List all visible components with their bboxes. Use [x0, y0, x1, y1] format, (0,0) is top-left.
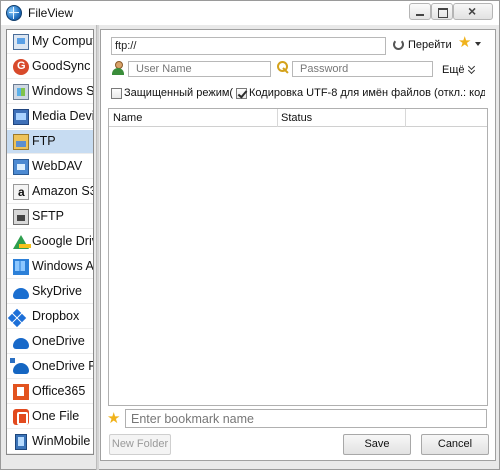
sidebar-item-amazon-s3[interactable]: Amazon S3	[7, 180, 93, 204]
sidebar-item-label: Google Driv	[32, 234, 93, 248]
table-header: Name Status	[109, 109, 487, 127]
save-button[interactable]: Save	[343, 434, 411, 455]
url-input[interactable]	[111, 37, 386, 55]
username-field[interactable]	[128, 61, 271, 77]
location-sidebar: My Comput GoodSync C Windows S Media Dev…	[6, 29, 94, 455]
sidebar-item-my-computer[interactable]: My Comput	[7, 30, 93, 54]
webdav-icon	[13, 159, 29, 175]
skydrive-icon	[13, 288, 29, 299]
sidebar-item-label: Windows S	[32, 84, 93, 98]
pane-splitter[interactable]	[96, 25, 99, 470]
sidebar-item-label: GoodSync C	[32, 59, 93, 73]
sidebar-item-label: Amazon S3	[32, 184, 93, 198]
sidebar-item-label: WebDAV	[32, 159, 83, 173]
column-header-name[interactable]: Name	[113, 112, 142, 124]
sidebar-item-label: OneDrive	[32, 334, 85, 348]
close-button[interactable]: ×	[453, 3, 493, 20]
sidebar-item-webdav[interactable]: WebDAV	[7, 155, 93, 179]
column-divider[interactable]	[277, 109, 278, 127]
sidebar-item-google-drive[interactable]: Google Driv	[7, 230, 93, 254]
sidebar-item-label: Media Devic	[32, 109, 93, 123]
minimize-button[interactable]	[409, 3, 431, 20]
sidebar-item-onedrive-pro[interactable]: OneDrive P	[7, 355, 93, 379]
double-chevron-down-icon	[469, 65, 475, 73]
sidebar-item-goodsync[interactable]: GoodSync C	[7, 55, 93, 79]
maximize-button[interactable]	[431, 3, 453, 20]
sidebar-item-dropbox[interactable]: Dropbox	[7, 305, 93, 329]
sidebar-item-label: SkyDrive	[32, 284, 83, 298]
globe-icon	[6, 5, 22, 21]
dropbox-icon	[13, 309, 29, 325]
office365-icon	[13, 384, 29, 400]
onefile-icon	[13, 409, 29, 425]
utf8-encoding-label: Кодировка UTF-8 для имён файлов (откл.: …	[249, 87, 485, 99]
secure-mode-label: Защищенный режим(шифрование)	[124, 87, 233, 99]
sidebar-item-windows-azure[interactable]: Windows A	[7, 255, 93, 279]
sidebar-item-label: My Comput	[32, 34, 93, 48]
column-divider[interactable]	[405, 109, 406, 127]
secure-mode-checkbox[interactable]	[111, 88, 122, 99]
sidebar-item-label: Dropbox	[32, 309, 80, 323]
refresh-icon	[393, 39, 404, 50]
google-drive-icon	[13, 235, 31, 249]
more-options-button[interactable]: Ещё	[442, 62, 475, 76]
bookmark-name-input[interactable]	[125, 409, 487, 428]
go-label: Перейти	[408, 39, 452, 51]
key-icon	[277, 61, 291, 75]
sidebar-item-sftp[interactable]: SFTP	[7, 205, 93, 229]
sftp-icon	[13, 209, 29, 225]
utf8-encoding-checkbox[interactable]	[236, 88, 247, 99]
amazon-icon	[13, 184, 29, 200]
computer-icon	[13, 34, 29, 50]
sidebar-item-label: Windows A	[32, 259, 93, 273]
sidebar-item-label: FTP	[32, 134, 56, 148]
onedrive-pro-icon	[10, 358, 29, 374]
title-bar: FileView ×	[1, 1, 499, 25]
window-title: FileView	[28, 6, 74, 20]
sidebar-item-label: WinMobile	[32, 434, 91, 448]
goodsync-icon	[13, 59, 29, 75]
ftp-icon	[13, 134, 29, 150]
onedrive-icon	[13, 338, 29, 349]
sidebar-item-skydrive[interactable]: SkyDrive	[7, 280, 93, 304]
sidebar-item-onedrive[interactable]: OneDrive	[7, 330, 93, 354]
winmobile-icon	[15, 434, 27, 450]
star-icon: ★	[458, 34, 472, 51]
sidebar-item-ftp[interactable]: FTP	[7, 130, 93, 154]
close-icon: ×	[468, 3, 477, 19]
new-folder-button[interactable]: New Folder	[109, 434, 171, 455]
caret-down-icon	[475, 42, 481, 46]
file-list-table[interactable]: Name Status	[108, 108, 488, 406]
windows-share-icon	[13, 84, 29, 100]
sidebar-item-office365[interactable]: Office365	[7, 380, 93, 404]
fileview-window: FileView × My Comput GoodSync C Windows …	[0, 0, 500, 470]
sidebar-item-winmobile[interactable]: WinMobile	[7, 430, 93, 454]
column-header-status[interactable]: Status	[281, 112, 312, 124]
sidebar-item-media-device[interactable]: Media Devic	[7, 105, 93, 129]
windows-azure-icon	[13, 259, 29, 275]
cancel-button[interactable]: Cancel	[421, 434, 489, 455]
sidebar-item-one-file[interactable]: One File	[7, 405, 93, 429]
bookmark-star-icon[interactable]: ★	[107, 411, 120, 427]
sidebar-item-label: Office365	[32, 384, 86, 398]
sidebar-item-label: One File	[32, 409, 80, 423]
more-label: Ещё	[442, 64, 465, 76]
bookmarks-dropdown[interactable]: ★	[458, 34, 484, 54]
password-field[interactable]	[292, 61, 433, 77]
sidebar-item-label: OneDrive P	[32, 359, 93, 373]
sidebar-item-windows-share[interactable]: Windows S	[7, 80, 93, 104]
media-device-icon	[13, 109, 29, 125]
sidebar-item-label: SFTP	[32, 209, 64, 223]
user-icon	[111, 61, 125, 75]
